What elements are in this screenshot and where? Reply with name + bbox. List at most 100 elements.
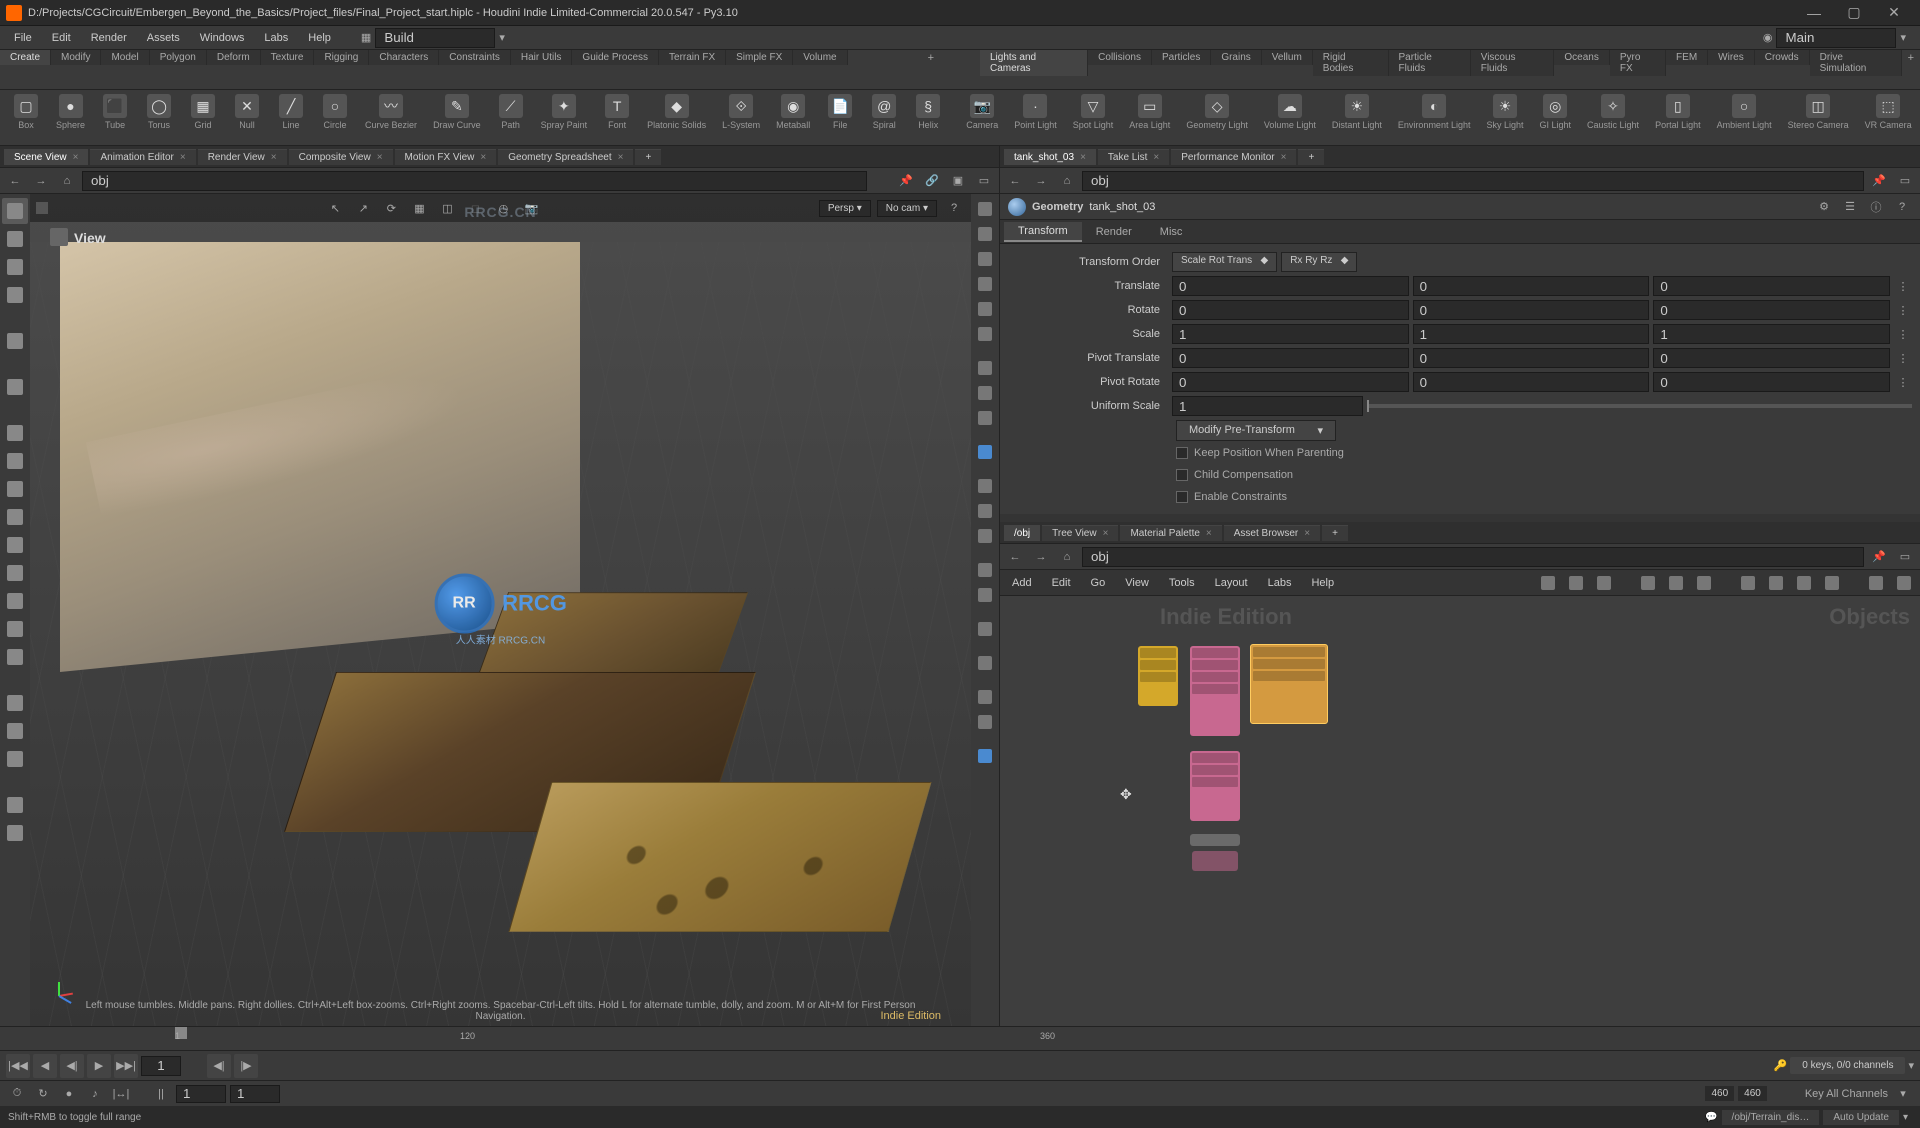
shelf-tab[interactable]: Constraints (439, 50, 511, 65)
shelf-tab[interactable]: Particle Fluids (1389, 50, 1471, 76)
menu-help[interactable]: Help (298, 29, 341, 47)
shelf-tool-file[interactable]: 📄File (818, 92, 862, 143)
range-icon[interactable]: |↔| (110, 1083, 132, 1105)
keys-info[interactable]: 0 keys, 0/0 channels (1790, 1057, 1905, 1074)
pane-tab[interactable]: Tree View× (1042, 525, 1118, 541)
home-icon-params[interactable]: ⌂ (1056, 170, 1078, 192)
shelf-tool-l-system[interactable]: ⟐L-System (714, 92, 768, 143)
menu-render[interactable]: Render (81, 29, 137, 47)
shelf-tool-portal-light[interactable]: ▯Portal Light (1647, 92, 1709, 143)
shelf-tool-box[interactable]: ▢Box (4, 92, 48, 143)
eye-icon[interactable] (974, 223, 996, 245)
shelf-tool-tube[interactable]: ⬛Tube (93, 92, 137, 143)
shelf-tool-metaball[interactable]: ◉Metaball (768, 92, 818, 143)
pane-tab[interactable]: Material Palette× (1120, 525, 1221, 541)
node-item[interactable] (1190, 834, 1240, 846)
shelf-tool-curve-bezier[interactable]: 〰Curve Bezier (357, 92, 425, 143)
3d-viewport[interactable]: RRCG.CN ↖ ↗ ⟳ ▦ ◫ ◻ ◷ 📷 Persp ▾ No cam ▾… (30, 194, 971, 1026)
step-back-button[interactable]: ◀| (60, 1054, 84, 1078)
transform-order-dropdown[interactable]: Scale Rot Trans ◆ (1172, 252, 1277, 272)
last-frame-button[interactable]: ▶▶| (114, 1054, 138, 1078)
bone-tool-icon[interactable] (2, 690, 28, 716)
shelf-tab[interactable]: Rigging (314, 50, 369, 65)
back-button-params[interactable]: ← (1004, 170, 1026, 192)
network-menu-edit[interactable]: Edit (1046, 575, 1077, 591)
network-menu-go[interactable]: Go (1085, 575, 1112, 591)
param-x-input[interactable] (1172, 372, 1409, 392)
menu-file[interactable]: File (4, 29, 42, 47)
shelf-tab[interactable]: Modify (51, 50, 101, 65)
shelf-tool-volume-light[interactable]: ☁Volume Light (1256, 92, 1324, 143)
param-y-input[interactable] (1413, 300, 1650, 320)
shelf-tab[interactable]: Characters (369, 50, 439, 65)
key-all-channels-button[interactable]: Key All Channels (1805, 1088, 1888, 1100)
shelf-tab[interactable]: Hair Utils (511, 50, 573, 65)
shelf-add-right[interactable]: + (1902, 50, 1920, 89)
camera-dropdown[interactable]: No cam ▾ (877, 200, 937, 217)
param-x-input[interactable] (1172, 324, 1409, 344)
pin-icon-params[interactable]: 📌 (1868, 170, 1890, 192)
pane-tab[interactable]: Performance Monitor× (1171, 149, 1296, 165)
gear-icon[interactable]: ⚙ (1814, 197, 1834, 217)
help-icon[interactable] (974, 711, 996, 733)
uv-tool-icon[interactable] (2, 476, 28, 502)
forward-button-params[interactable]: → (1030, 170, 1052, 192)
xray-icon[interactable] (974, 298, 996, 320)
param-x-input[interactable] (1172, 276, 1409, 296)
menu-windows[interactable]: Windows (190, 29, 255, 47)
param-menu-icon[interactable]: ⋮ (1894, 349, 1912, 367)
forward-button-network[interactable]: → (1030, 546, 1052, 568)
node-item[interactable] (1138, 646, 1178, 706)
menu-assets[interactable]: Assets (137, 29, 190, 47)
help-icon[interactable]: ? (1892, 197, 1912, 217)
shelf-tool-sphere[interactable]: ●Sphere (48, 92, 93, 143)
link-icon[interactable]: 🔗 (921, 170, 943, 192)
note-icon[interactable] (1738, 573, 1758, 593)
pane-tab[interactable]: Animation Editor× (90, 149, 195, 165)
param-x-input[interactable] (1172, 348, 1409, 368)
close-button[interactable]: ✕ (1874, 1, 1914, 25)
network-menu-layout[interactable]: Layout (1209, 575, 1254, 591)
next-key-button[interactable]: |▶ (234, 1054, 258, 1078)
pane-tab[interactable]: Take List× (1098, 149, 1169, 165)
shelf-tool-font[interactable]: TFont (595, 92, 639, 143)
ruler-icon[interactable] (974, 525, 996, 547)
shade-icon[interactable] (974, 357, 996, 379)
grid3-icon[interactable] (1694, 573, 1714, 593)
shelf-tab[interactable]: Polygon (150, 50, 207, 65)
node-item[interactable] (1190, 751, 1240, 821)
param-y-input[interactable] (1413, 372, 1650, 392)
record-icon[interactable]: ● (58, 1083, 80, 1105)
tex-icon[interactable] (974, 584, 996, 606)
shelf-tab[interactable]: Create (0, 50, 51, 65)
node-item[interactable] (1192, 851, 1238, 871)
shelf-tool-circle[interactable]: ○Circle (313, 92, 357, 143)
close-icon[interactable]: × (271, 152, 277, 163)
loop-icon[interactable]: ↻ (32, 1083, 54, 1105)
audio-icon[interactable]: ♪ (84, 1083, 106, 1105)
info-icon[interactable] (974, 686, 996, 708)
shelf-tool-null[interactable]: ✕Null (225, 92, 269, 143)
param-z-input[interactable] (1653, 324, 1890, 344)
ghost-icon[interactable] (974, 273, 996, 295)
param-menu-icon[interactable]: ⋮ (1894, 277, 1912, 295)
pane-tab[interactable]: Composite View× (289, 149, 393, 165)
rotate-order-dropdown[interactable]: Rx Ry Rz ◆ (1281, 252, 1357, 272)
shelf-tool-camera[interactable]: 📷Camera (958, 92, 1006, 143)
close-icon[interactable]: × (480, 152, 486, 163)
add-tab-button[interactable]: + (1322, 525, 1348, 541)
close-icon[interactable]: × (1103, 528, 1109, 539)
chevron-down-icon[interactable]: ▾ (1892, 1083, 1914, 1105)
close-icon[interactable]: × (1281, 152, 1287, 163)
list-icon[interactable] (1566, 573, 1586, 593)
forward-button[interactable]: → (30, 170, 52, 192)
param-tab-render[interactable]: Render (1082, 223, 1146, 241)
shelf-tab[interactable]: Deform (207, 50, 261, 65)
tag-icon[interactable] (1766, 573, 1786, 593)
lock-icon[interactable] (974, 198, 996, 220)
checkbox[interactable] (1176, 469, 1188, 481)
param-z-input[interactable] (1653, 348, 1890, 368)
network-menu-labs[interactable]: Labs (1262, 575, 1298, 591)
shelf-tab[interactable]: Vellum (1262, 50, 1313, 65)
pane-tab[interactable]: Render View× (198, 149, 287, 165)
